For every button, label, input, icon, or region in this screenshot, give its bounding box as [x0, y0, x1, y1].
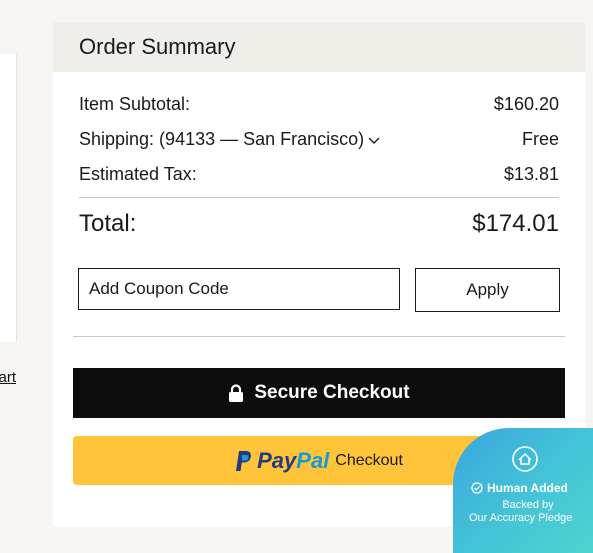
total-value: $174.01 — [472, 210, 559, 237]
item-subtotal-row: Item Subtotal: $160.20 — [79, 94, 559, 115]
house-icon — [512, 446, 538, 472]
shipping-value: Free — [521, 129, 559, 149]
summary-divider — [79, 197, 559, 198]
badge-title: Human Added — [471, 481, 568, 495]
paypal-logo-icon — [235, 450, 253, 472]
total-label: Total: — [79, 210, 137, 237]
apply-coupon-button[interactable]: Apply — [415, 268, 560, 312]
tax-row: Estimated Tax: $13.81 — [79, 164, 559, 185]
paypal-checkout-label: Checkout — [335, 451, 403, 469]
item-subtotal-label: Item Subtotal: — [79, 94, 191, 114]
left-panel-card — [0, 54, 17, 342]
accuracy-pledge-badge[interactable]: Human Added Backed by Our Accuracy Pledg… — [453, 428, 593, 553]
shipping-label: Shipping: (94133 — San Francisco) — [79, 129, 365, 149]
total-row: Total: $174.01 — [79, 210, 559, 238]
item-subtotal-value: $160.20 — [493, 94, 559, 114]
shipping-selector[interactable]: Shipping: (94133 — San Francisco) — [79, 129, 380, 150]
shipping-row: Shipping: (94133 — San Francisco) Free — [79, 129, 559, 150]
check-circle-icon — [471, 482, 483, 494]
paypal-wordmark: PayPal — [257, 447, 330, 473]
secure-checkout-button[interactable]: Secure Checkout — [73, 368, 565, 418]
coupon-code-input[interactable] — [78, 268, 400, 310]
checkout-divider — [73, 336, 565, 337]
badge-subtitle-line1: Backed by — [502, 499, 554, 511]
secure-checkout-label: Secure Checkout — [254, 382, 410, 403]
order-summary-title: Order Summary — [53, 22, 585, 72]
cart-link[interactable]: art — [0, 369, 16, 386]
chevron-down-icon — [368, 129, 380, 150]
tax-value: $13.81 — [503, 164, 559, 184]
lock-icon — [228, 383, 244, 403]
tax-label: Estimated Tax: — [79, 164, 197, 184]
badge-subtitle-line2: Our Accuracy Pledge — [469, 512, 573, 524]
